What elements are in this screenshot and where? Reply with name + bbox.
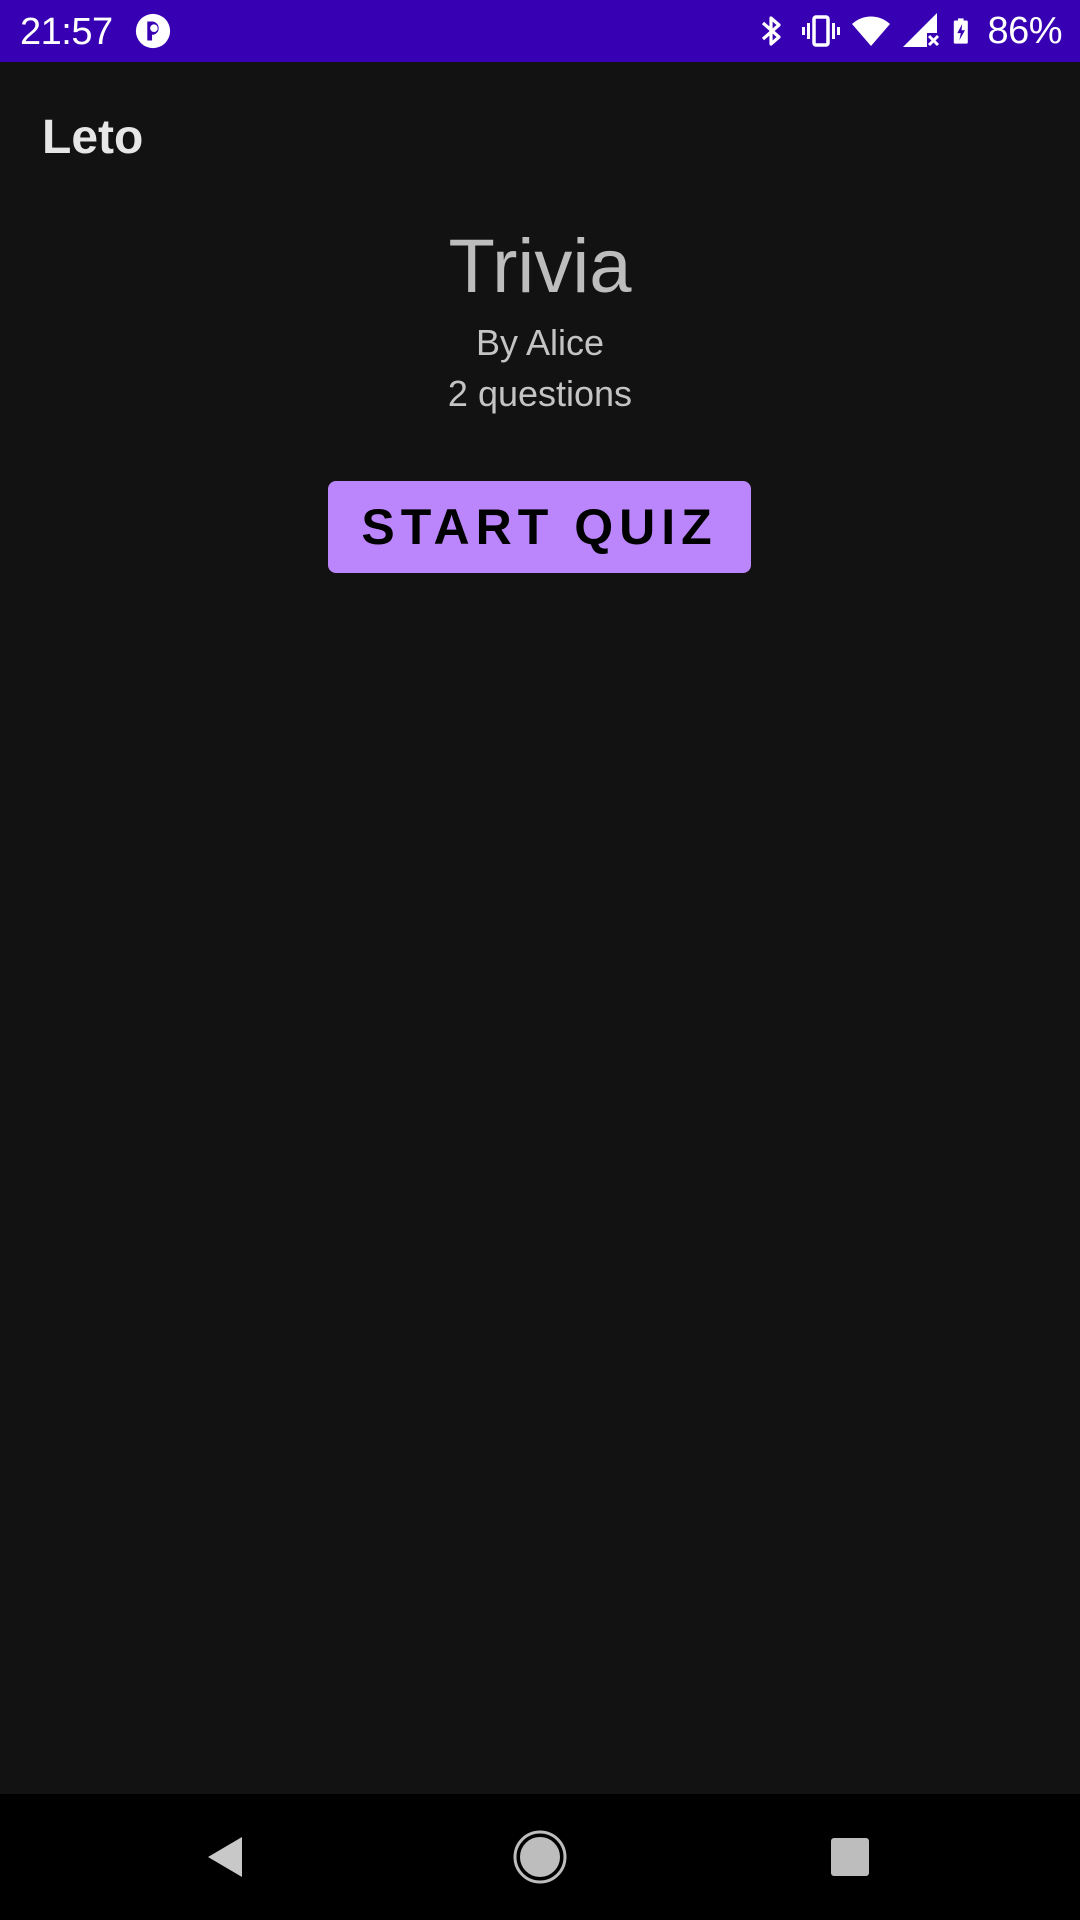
quiz-title: Trivia bbox=[448, 224, 632, 309]
status-bar: 21:57 86% bbox=[0, 0, 1080, 62]
app-title: Leto bbox=[42, 111, 144, 164]
home-icon[interactable] bbox=[510, 1827, 570, 1887]
navigation-bar bbox=[0, 1794, 1080, 1920]
status-time: 21:57 bbox=[20, 11, 113, 53]
question-count: 2 questions bbox=[447, 373, 633, 414]
bluetooth-icon bbox=[762, 16, 782, 46]
battery-percentage: 86% bbox=[987, 10, 1062, 52]
recents-icon[interactable] bbox=[820, 1827, 880, 1887]
vibrate-icon bbox=[802, 15, 841, 47]
battery-charging-icon bbox=[954, 18, 969, 44]
quiz-author: By Alice bbox=[475, 322, 605, 363]
app-notification-icon bbox=[135, 13, 171, 49]
cell-signal-icon bbox=[903, 13, 940, 47]
wifi-icon bbox=[852, 16, 891, 46]
start-quiz-button[interactable]: START QUIZ bbox=[328, 481, 751, 573]
back-icon[interactable] bbox=[196, 1827, 256, 1887]
status-icons: 86% bbox=[741, 8, 1062, 54]
